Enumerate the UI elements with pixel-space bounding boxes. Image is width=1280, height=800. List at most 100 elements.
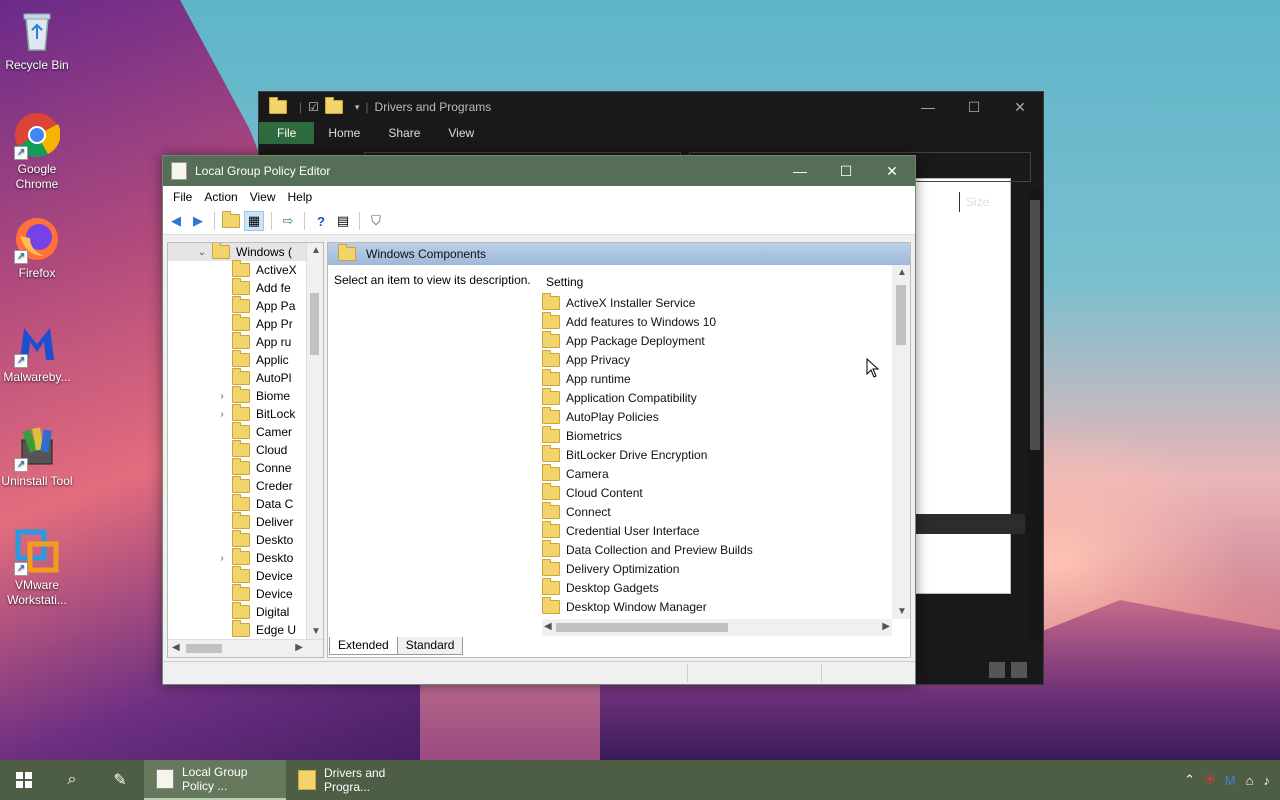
tree-item[interactable]: Device [168,584,323,603]
back-arrow-icon[interactable]: ◀ [167,212,185,230]
malwarebytes-tray-icon[interactable]: M [1225,773,1236,788]
details-horizontal-scrollbar[interactable]: ◀ ▶ [542,619,892,636]
list-item[interactable]: Application Compatibility [542,387,892,407]
tree-item[interactable]: Data C [168,494,323,513]
selected-row[interactable] [915,514,1025,534]
scroll-thumb[interactable] [310,293,319,355]
list-item[interactable]: ActiveX Installer Service [542,292,892,312]
shield-icon[interactable]: ⛨ [1205,772,1215,788]
tree-item[interactable]: ⌄ Windows ( [168,243,323,261]
tree-item[interactable]: App Pa [168,296,323,315]
maximize-button[interactable]: ☐ [823,163,869,180]
gpe-window[interactable]: Local Group Policy Editor — ☐ ✕ File Act… [162,155,916,685]
list-item[interactable]: Add features to Windows 10 [542,311,892,331]
tree-pane[interactable]: ⌄ Windows (ActiveX Add fe App Pa App Pr App r… [167,242,324,658]
scroll-thumb[interactable] [556,623,728,632]
search-button[interactable]: ⌕ [48,760,96,800]
minimize-button[interactable]: — [777,163,823,180]
chevron-right-icon[interactable]: › [216,391,228,402]
scroll-left-icon[interactable]: ◀ [544,621,552,632]
large-icons-view-icon[interactable] [1011,662,1027,678]
tree-horizontal-scrollbar[interactable]: ◀ ▶ [168,639,323,657]
properties-view-icon[interactable]: ▤ [334,212,352,230]
maximize-button[interactable]: ☐ [951,99,997,116]
details-vertical-scrollbar[interactable]: ▲ ▼ [892,265,910,619]
filter-icon[interactable]: ⛉ [367,212,385,230]
scroll-down-icon[interactable]: ▼ [311,626,321,637]
tab-view[interactable]: View [434,122,488,144]
scroll-up-icon[interactable]: ▲ [897,267,907,278]
minimize-button[interactable]: — [905,99,951,116]
tab-share[interactable]: Share [374,122,434,144]
list-item[interactable]: App Privacy [542,349,892,369]
list-item[interactable]: Connect [542,501,892,521]
list-item[interactable]: Desktop Window Manager [542,596,892,616]
tree-item[interactable]: App ru [168,332,323,351]
list-item[interactable]: Data Collection and Preview Builds [542,539,892,559]
network-icon[interactable]: ⌂ [1246,773,1254,788]
tree-item[interactable]: Cloud [168,440,323,459]
taskbar-item-gpe[interactable]: Local Group Policy ... [144,760,286,800]
tree-item[interactable]: App Pr [168,314,323,333]
chevron-down-icon[interactable]: ▾ [355,102,360,113]
list-item[interactable]: Desktop Gadgets [542,577,892,597]
scroll-right-icon[interactable]: ▶ [295,642,303,653]
tree-item[interactable]: Edge U [168,620,323,639]
menu-file[interactable]: File [167,190,198,204]
desktop-icon-uninstall-tool[interactable]: ↗ Uninstall Tool [0,424,74,489]
taskbar-item-explorer[interactable]: Drivers and Progra... [286,760,428,800]
tab-standard[interactable]: Standard [396,637,464,655]
forward-arrow-icon[interactable]: ▶ [189,212,207,230]
chevron-up-icon[interactable]: ⌃ [1184,772,1195,788]
scroll-thumb[interactable] [186,644,222,653]
tree-item[interactable]: Digital [168,602,323,621]
tree-item[interactable]: Device [168,566,323,585]
tree-item[interactable]: Applic [168,350,323,369]
chevron-right-icon[interactable]: › [216,409,228,420]
export-list-icon[interactable]: ⇨ [279,212,297,230]
list-item[interactable]: Camera [542,463,892,483]
scroll-down-icon[interactable]: ▼ [897,606,907,617]
tree-item[interactable]: Camer [168,422,323,441]
close-button[interactable]: ✕ [997,99,1043,116]
tab-extended[interactable]: Extended [329,637,398,655]
pinned-app-button[interactable]: ✎ [96,760,144,800]
details-view-icon[interactable] [989,662,1005,678]
list-item[interactable]: App runtime [542,368,892,388]
scroll-thumb[interactable] [896,285,906,345]
explorer-titlebar[interactable]: | ☑ ▾ | Drivers and Programs — ☐ ✕ [259,92,1043,122]
new-folder-icon[interactable] [324,97,343,114]
close-button[interactable]: ✕ [869,163,915,180]
column-size[interactable]: Size [959,192,989,212]
desktop-icon-recycle-bin[interactable]: Recycle Bin [0,8,74,73]
menu-view[interactable]: View [244,190,282,204]
desktop-icon-vmware[interactable]: ↗ VMware Workstati... [0,528,74,608]
tree-vertical-scrollbar[interactable]: ▲ ▼ [306,243,323,639]
menu-help[interactable]: Help [282,190,319,204]
desktop-icon-firefox[interactable]: ↗ Firefox [0,216,74,281]
list-item[interactable]: Cloud Content [542,482,892,502]
menu-action[interactable]: Action [198,190,243,204]
scroll-right-icon[interactable]: ▶ [882,621,890,632]
tab-home[interactable]: Home [314,122,374,144]
show-hide-tree-icon[interactable]: ▦ [244,211,264,231]
tree-item[interactable]: Creder [168,476,323,495]
chevron-down-icon[interactable]: ⌄ [196,247,208,258]
scroll-left-icon[interactable]: ◀ [172,642,180,653]
list-item[interactable]: Biometrics [542,425,892,445]
tree-item[interactable]: › Biome [168,386,323,405]
tree-item[interactable]: Add fe [168,278,323,297]
help-book-icon[interactable]: ? [312,212,330,230]
list-item[interactable]: Credential User Interface [542,520,892,540]
explorer-scrollbar[interactable] [1027,188,1043,642]
settings-list[interactable]: Setting ActiveX Installer Service Add fea… [542,271,892,621]
scroll-thumb[interactable] [1030,200,1040,450]
desktop-icon-malwarebytes[interactable]: ↗ Malwareby... [0,320,74,385]
volume-icon[interactable]: ♪ [1264,773,1271,788]
list-item[interactable]: App Package Deployment [542,330,892,350]
list-item[interactable]: BitLocker Drive Encryption [542,444,892,464]
desktop-icon-chrome[interactable]: ↗ Google Chrome [0,112,74,192]
tree-item[interactable]: › Deskto [168,548,323,567]
tree-item[interactable]: Deliver [168,512,323,531]
tree-item[interactable]: Conne [168,458,323,477]
